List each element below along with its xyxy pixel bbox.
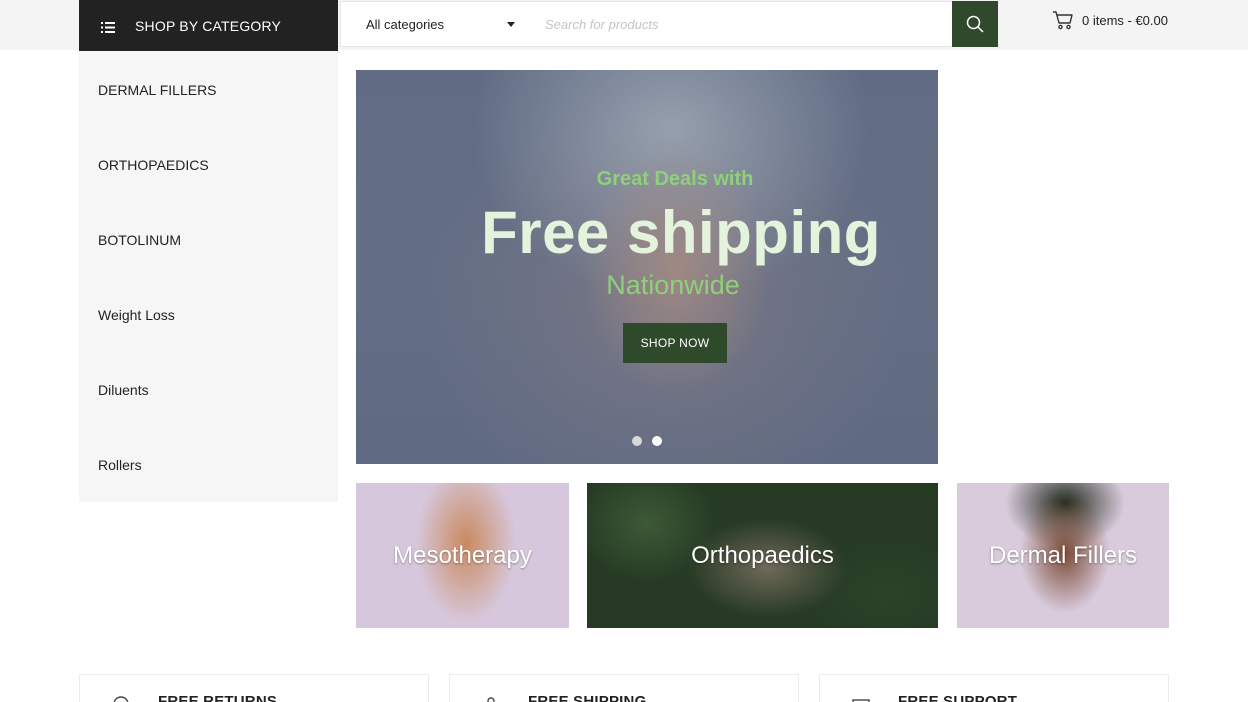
category-tile-orthopaedics[interactable]: Orthopaedics	[587, 483, 938, 628]
sidebar-item-rollers[interactable]: Rollers	[98, 457, 142, 473]
feature-title: FREE RETURNS	[158, 693, 278, 702]
slider-dot-1[interactable]	[632, 436, 642, 446]
feature-free-returns: FREE RETURNS	[79, 674, 429, 702]
hero-tagline: Nationwide	[606, 270, 740, 300]
cart-button[interactable]: 0 items - €0.00	[1052, 10, 1168, 30]
hero-image	[356, 70, 938, 464]
cart-summary: 0 items - €0.00	[1082, 12, 1168, 28]
search-button[interactable]	[952, 1, 998, 47]
shop-by-category-label: SHOP BY CATEGORY	[135, 17, 282, 34]
cart-icon	[1053, 11, 1073, 30]
feature-free-shipping: FREE SHIPPING	[449, 674, 799, 702]
feature-title: FREE SUPPORT	[898, 693, 1018, 702]
tile-label: Orthopaedics	[691, 541, 834, 569]
return-icon	[113, 696, 129, 702]
support-icon	[852, 699, 870, 702]
tile-label: Mesotherapy	[393, 541, 532, 569]
category-tile-mesotherapy[interactable]: Mesotherapy	[356, 483, 569, 628]
hero-subheading: Great Deals with	[596, 168, 754, 190]
sidebar-item-diluents[interactable]: Diluents	[98, 382, 149, 398]
caret-down-icon	[507, 21, 515, 27]
shop-now-button[interactable]: SHOP NOW	[623, 323, 727, 363]
sidebar-item-dermal-fillers[interactable]: DERMAL FILLERS	[98, 82, 217, 98]
list-icon	[101, 20, 115, 33]
hero-slider[interactable]: Great Deals with Free shipping Nationwid…	[356, 70, 938, 464]
feature-title: FREE SHIPPING	[528, 693, 647, 702]
search-input[interactable]	[527, 2, 952, 46]
category-select-value: All categories	[366, 16, 445, 32]
search-icon	[966, 15, 984, 33]
slider-dot-2[interactable]	[652, 436, 662, 446]
hero-heading: Free shipping	[481, 199, 881, 266]
tile-label: Dermal Fillers	[988, 541, 1137, 569]
sidebar-item-botolinum[interactable]: BOTOLINUM	[98, 232, 181, 248]
category-tile-dermal-fillers[interactable]: Dermal Fillers	[957, 483, 1169, 628]
search-bar: All categories	[340, 1, 998, 47]
feature-free-support: FREE SUPPORT	[819, 674, 1169, 702]
category-sidebar: DERMAL FILLERS ORTHOPAEDICS BOTOLINUM We…	[79, 51, 338, 502]
category-select[interactable]: All categories	[341, 2, 527, 46]
shop-by-category-button[interactable]: SHOP BY CATEGORY	[79, 0, 338, 51]
page: SHOP BY CATEGORY All categories 0 items …	[0, 0, 1248, 702]
shipping-icon	[487, 697, 495, 702]
sidebar-item-orthopaedics[interactable]: ORTHOPAEDICS	[98, 157, 209, 173]
sidebar-item-weight-loss[interactable]: Weight Loss	[98, 307, 175, 323]
